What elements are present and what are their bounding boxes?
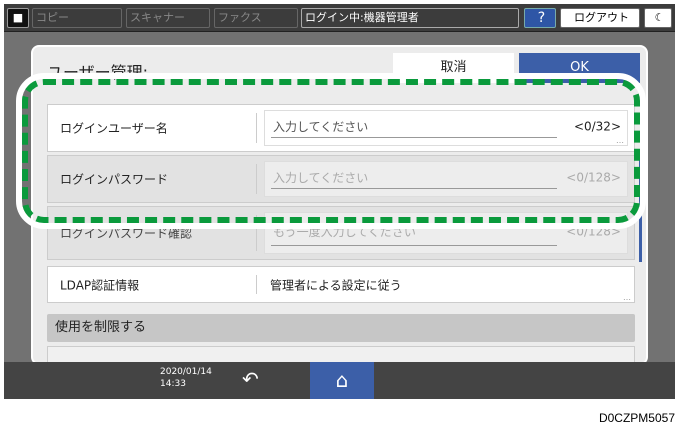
home-icon: ⌂ bbox=[335, 368, 349, 392]
divider bbox=[256, 275, 257, 294]
help-button[interactable]: ? bbox=[524, 8, 556, 28]
date: 2020/01/14 bbox=[160, 367, 212, 377]
scanner-tab[interactable]: スキャナー bbox=[126, 8, 210, 28]
more-icon: … bbox=[623, 293, 631, 302]
underline bbox=[271, 245, 557, 246]
fax-tab[interactable]: ファクス bbox=[214, 8, 298, 28]
top-bar: ■ コピー スキャナー ファクス ログイン中:機器管理者 ? ログアウト ☾ bbox=[4, 4, 675, 32]
ldap-value: 管理者による設定に従う bbox=[270, 278, 402, 292]
row-label: LDAP認証情報 bbox=[60, 278, 140, 292]
back-icon[interactable]: ↶ bbox=[242, 367, 259, 391]
highlight-dashed-frame bbox=[22, 79, 640, 223]
user-icon[interactable]: ■ bbox=[7, 8, 29, 28]
login-status[interactable]: ログイン中:機器管理者 bbox=[301, 8, 519, 28]
moon-icon[interactable]: ☾ bbox=[644, 8, 672, 28]
copy-tab[interactable]: コピー bbox=[32, 8, 122, 28]
time: 14:33 bbox=[160, 379, 186, 389]
bottom-bar: 2020/01/14 14:33 ↶ ⌂ bbox=[4, 362, 675, 399]
section-header: 使用を制限する bbox=[47, 314, 635, 342]
datetime: 2020/01/14 14:33 bbox=[160, 366, 212, 390]
logout-button[interactable]: ログアウト bbox=[560, 8, 640, 28]
ldap-auth-row[interactable]: LDAP認証情報 管理者による設定に従う … bbox=[47, 266, 635, 303]
home-button[interactable]: ⌂ bbox=[310, 362, 374, 399]
figure-code: D0CZPM5057 bbox=[598, 411, 675, 425]
